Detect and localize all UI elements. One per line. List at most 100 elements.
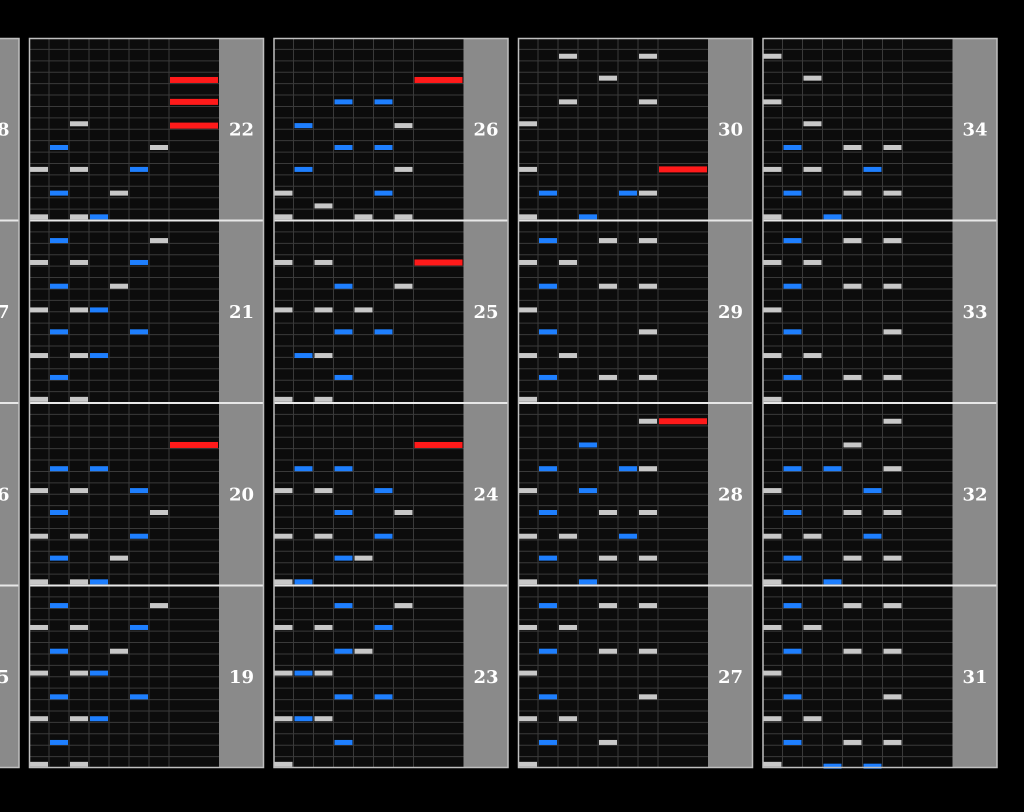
key-note xyxy=(334,510,353,515)
key-note xyxy=(559,716,577,722)
key-note xyxy=(639,466,657,472)
key-note xyxy=(334,694,353,700)
key-note xyxy=(130,329,148,335)
key-note xyxy=(294,716,313,722)
key-note xyxy=(30,166,48,172)
key-note xyxy=(599,739,617,745)
key-note xyxy=(823,466,842,472)
key-note xyxy=(763,624,782,630)
key-note xyxy=(539,466,557,472)
key-note xyxy=(70,396,88,402)
key-note xyxy=(539,374,557,380)
key-note xyxy=(274,214,293,220)
key-note xyxy=(763,761,782,767)
key-note xyxy=(803,166,822,172)
key-note xyxy=(150,603,168,609)
key-note xyxy=(519,579,537,585)
scratch-note xyxy=(414,259,463,266)
key-note xyxy=(314,203,333,209)
key-note xyxy=(374,145,393,150)
key-note xyxy=(559,53,577,59)
key-note xyxy=(30,624,48,630)
key-note xyxy=(110,190,128,196)
key-note xyxy=(783,466,802,472)
key-note xyxy=(314,533,333,539)
key-note xyxy=(90,214,108,220)
key-note xyxy=(70,533,88,539)
key-note xyxy=(314,488,333,494)
key-note xyxy=(519,166,537,172)
key-note xyxy=(539,190,557,196)
key-note xyxy=(539,510,557,515)
key-note xyxy=(783,694,802,700)
key-note xyxy=(843,510,862,515)
key-note xyxy=(354,555,373,561)
key-note xyxy=(110,555,128,561)
key-note xyxy=(334,99,353,105)
key-note xyxy=(783,283,802,289)
key-note xyxy=(50,374,68,380)
key-note xyxy=(50,238,68,244)
key-note xyxy=(763,259,782,265)
key-note xyxy=(50,603,68,609)
key-note xyxy=(639,555,657,561)
key-note xyxy=(30,761,48,767)
key-note xyxy=(763,488,782,494)
key-note xyxy=(639,238,657,244)
measure-number: 33 xyxy=(962,302,987,323)
key-note xyxy=(274,716,293,722)
key-note xyxy=(783,145,802,150)
key-note xyxy=(374,533,393,539)
key-note xyxy=(314,396,333,402)
key-note xyxy=(314,259,333,265)
key-note xyxy=(50,466,68,472)
key-note xyxy=(90,353,108,359)
key-note xyxy=(334,329,353,335)
key-note xyxy=(639,510,657,515)
measure-number: 22 xyxy=(229,119,254,140)
key-note xyxy=(883,283,902,289)
key-note xyxy=(883,694,902,700)
key-note xyxy=(90,466,108,472)
key-note xyxy=(863,488,882,494)
measure-number: 28 xyxy=(718,484,743,505)
key-note xyxy=(599,648,617,654)
key-note xyxy=(639,694,657,700)
key-note xyxy=(30,579,48,585)
scratch-note xyxy=(170,122,218,129)
measure-number: 19 xyxy=(229,667,254,688)
key-note xyxy=(394,603,413,609)
key-note xyxy=(539,555,557,561)
key-note xyxy=(274,259,293,265)
key-note xyxy=(374,190,393,196)
key-note xyxy=(110,283,128,289)
key-note xyxy=(823,214,842,220)
key-note xyxy=(90,579,108,585)
key-note xyxy=(883,739,902,745)
measure-number: 21 xyxy=(229,302,254,323)
key-note xyxy=(314,353,333,359)
key-note xyxy=(763,670,782,676)
key-note xyxy=(394,214,413,220)
key-note xyxy=(843,442,862,448)
key-note xyxy=(394,283,413,289)
scratch-note xyxy=(414,76,463,83)
measure-number: 29 xyxy=(718,302,743,323)
key-note xyxy=(763,214,782,220)
key-note xyxy=(374,488,393,494)
scratch-note xyxy=(170,76,218,83)
key-note xyxy=(70,307,88,313)
key-note xyxy=(763,579,782,585)
key-note xyxy=(334,603,353,609)
key-note xyxy=(539,648,557,654)
key-note xyxy=(334,283,353,289)
measure-number: 31 xyxy=(962,667,987,688)
chart-column: 34 33 32 31 xyxy=(762,37,998,769)
key-note xyxy=(783,555,802,561)
key-note xyxy=(519,214,537,220)
key-note xyxy=(843,603,862,609)
key-note xyxy=(763,533,782,539)
key-note xyxy=(579,442,597,448)
scratch-note xyxy=(414,441,463,448)
key-note xyxy=(70,214,88,220)
